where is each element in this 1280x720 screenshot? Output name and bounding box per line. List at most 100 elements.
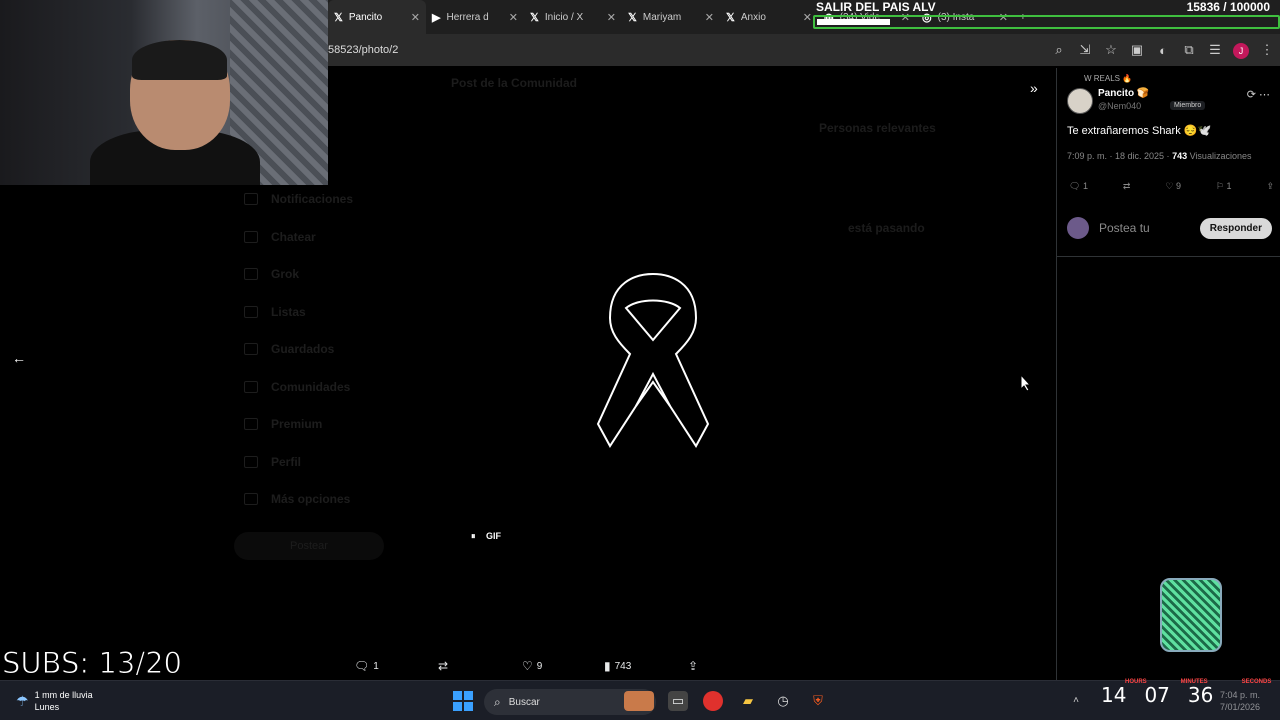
nav-icon [244,418,258,430]
share-icon: ⇪ [688,659,699,673]
close-tab-icon[interactable]: ✕ [411,11,420,24]
like-count: 9 [536,660,543,672]
share-icon: ⇪ [1266,181,1274,191]
stream-timer: 14 07 36 [1101,683,1213,707]
expand-panel-icon[interactable]: » [1030,80,1038,96]
media-action-bar: 🗨 1 ⇄ ♡ 9 ▮ 743 ⇪ [340,654,720,678]
repost-button[interactable]: ⇄ [438,659,452,673]
reader-icon[interactable]: ▣ [1124,42,1150,58]
sidebar-nav-item[interactable]: Premium [244,417,322,431]
post-views: 743 [1172,151,1188,161]
browser-tab[interactable]: 𝕏 Inicio / X ✕ [524,0,622,34]
nav-label: Notificaciones [271,192,354,206]
timer-minutes: 07 [1144,683,1170,707]
rp-share-button[interactable]: ⇪ [1266,181,1274,192]
sidebar-nav-item[interactable]: Listas [244,305,306,319]
brave-icon[interactable]: ⛨ [808,691,828,711]
close-tab-icon[interactable]: ✕ [705,11,714,24]
user-avatar [1067,217,1089,239]
media-icon[interactable]: ☰ [1202,42,1228,58]
views-button[interactable]: ▮ 743 [604,659,631,673]
chrome-icon[interactable] [703,691,723,711]
sidebar-nav-item[interactable]: Chatear [244,230,316,244]
windows-start-icon[interactable] [453,691,473,711]
reply-button[interactable]: 🗨 1 [354,659,379,673]
sidebar-nav-item[interactable]: Guardados [244,342,334,356]
post-time[interactable]: 7:09 p. m. · 18 dic. 2025 · [1067,151,1172,161]
post-meta: 7:09 p. m. · 18 dic. 2025 · 743 Visualiz… [1067,151,1251,161]
bookmark-star-icon[interactable]: ☆ [1098,42,1124,58]
goal-progress-bar [813,15,1280,29]
author-avatar[interactable] [1067,88,1093,114]
sidebar-nav-item[interactable]: Perfil [244,455,301,469]
sidebar-nav-item[interactable]: Comunidades [244,380,350,394]
bookmark-icon: ⚐ [1215,181,1227,191]
file-explorer-icon[interactable]: ▰ [738,691,758,711]
weather-widget[interactable]: ☂ 1 mm de lluvia Lunes [16,689,93,713]
browser-tab[interactable]: 𝕏 Mariyam ✕ [622,0,720,34]
gem-jar-widget [1160,578,1222,652]
author-handle[interactable]: @Nem040 [1098,101,1141,111]
x-logo-icon: 𝕏 [726,11,735,24]
weather-line2: Lunes [34,702,60,712]
tab-title: Herrera d [446,11,489,23]
share-button[interactable]: ⇪ [688,659,702,673]
views-icon: ▮ [604,659,611,673]
puzzle-icon[interactable]: ⧉ [1176,42,1202,58]
youtube-icon: ▶ [432,11,441,24]
nav-label: Listas [271,304,306,319]
post-button[interactable]: Postear [234,532,384,560]
x-logo-icon: 𝕏 [530,11,539,24]
sidebar-nav-item[interactable]: Notificaciones [244,192,353,206]
reply-count: 1 [373,660,379,672]
tab-title: Pancito [348,11,383,23]
nav-icon [244,455,258,468]
back-arrow-icon[interactable]: ← [12,350,26,366]
zoom-icon[interactable]: ⌕ [1046,42,1072,58]
install-app-icon[interactable]: ⇲ [1072,42,1098,58]
sidebar-nav-item[interactable]: Grok [244,267,299,281]
profile-avatar[interactable]: J [1228,42,1254,59]
ribbon-gif[interactable] [592,270,714,450]
reply-input[interactable]: Postea tu [1099,221,1200,235]
rain-cloud-icon: ☂ [16,692,29,709]
sidebar-nav-item[interactable]: Más opciones [244,492,350,506]
pause-icon[interactable]: ⏸ [471,531,476,541]
rp-bookmark-button[interactable]: ⚐ 1 [1216,181,1232,192]
url-field[interactable]: 58523/photo/2 [328,44,1046,56]
rp-like-button[interactable]: ♡ 9 [1165,181,1181,192]
address-bar: 58523/photo/2 ⌕ ⇲ ☆ ▣ ◐ ⧉ ☰ J ⋮ [328,34,1280,66]
reply-icon: 🗨 [1069,181,1083,191]
rp-reply-button[interactable]: 🗨 1 [1069,181,1088,192]
tab-title: Mariyam [642,11,682,23]
mouse-cursor-icon [1020,374,1032,392]
close-tab-icon[interactable]: ✕ [607,11,616,24]
like-button[interactable]: ♡ 9 [522,659,542,673]
reply-submit-button[interactable]: Responder [1199,217,1272,239]
taskbar-app-icon[interactable] [624,691,654,711]
rp-bookmark-count: 1 [1226,181,1232,191]
system-clock[interactable]: 7:04 p. m. 7/01/2026 [1220,689,1260,713]
post-text: Te extrañaremos Shark 😔🕊️ [1067,125,1212,137]
app-icon[interactable]: ◷ [773,691,793,711]
browser-tab[interactable]: ▶ Herrera d ✕ [426,0,524,34]
search-label: Buscar [508,696,540,708]
extension-icon[interactable]: ◐ [1150,43,1176,58]
close-tab-icon[interactable]: ✕ [509,11,518,24]
task-view-icon[interactable]: ▭ [668,691,688,711]
goal-progress-fill [817,19,890,25]
timer-hours: 14 [1101,683,1127,707]
author-name[interactable]: Pancito 🍞 [1098,88,1149,99]
tray-chevron-icon[interactable]: ˄ [1066,691,1086,711]
close-tab-icon[interactable]: ✕ [803,11,812,24]
browser-tab[interactable]: 𝕏 Anxio ✕ [720,0,818,34]
timer-seconds: 36 [1187,683,1214,707]
more-options-icon[interactable]: ⟳ ⋯ [1247,88,1270,101]
gif-controls[interactable]: ⏸ GIF [471,531,501,542]
nav-label: Chatear [271,229,316,244]
views-label: Visualizaciones [1187,151,1252,161]
browser-tab[interactable]: 𝕏 Pancito ✕ [328,0,426,34]
rp-repost-button[interactable]: ⇄ [1123,181,1131,192]
member-badge: Miembro [1170,101,1206,110]
menu-icon[interactable]: ⋮ [1254,42,1280,58]
